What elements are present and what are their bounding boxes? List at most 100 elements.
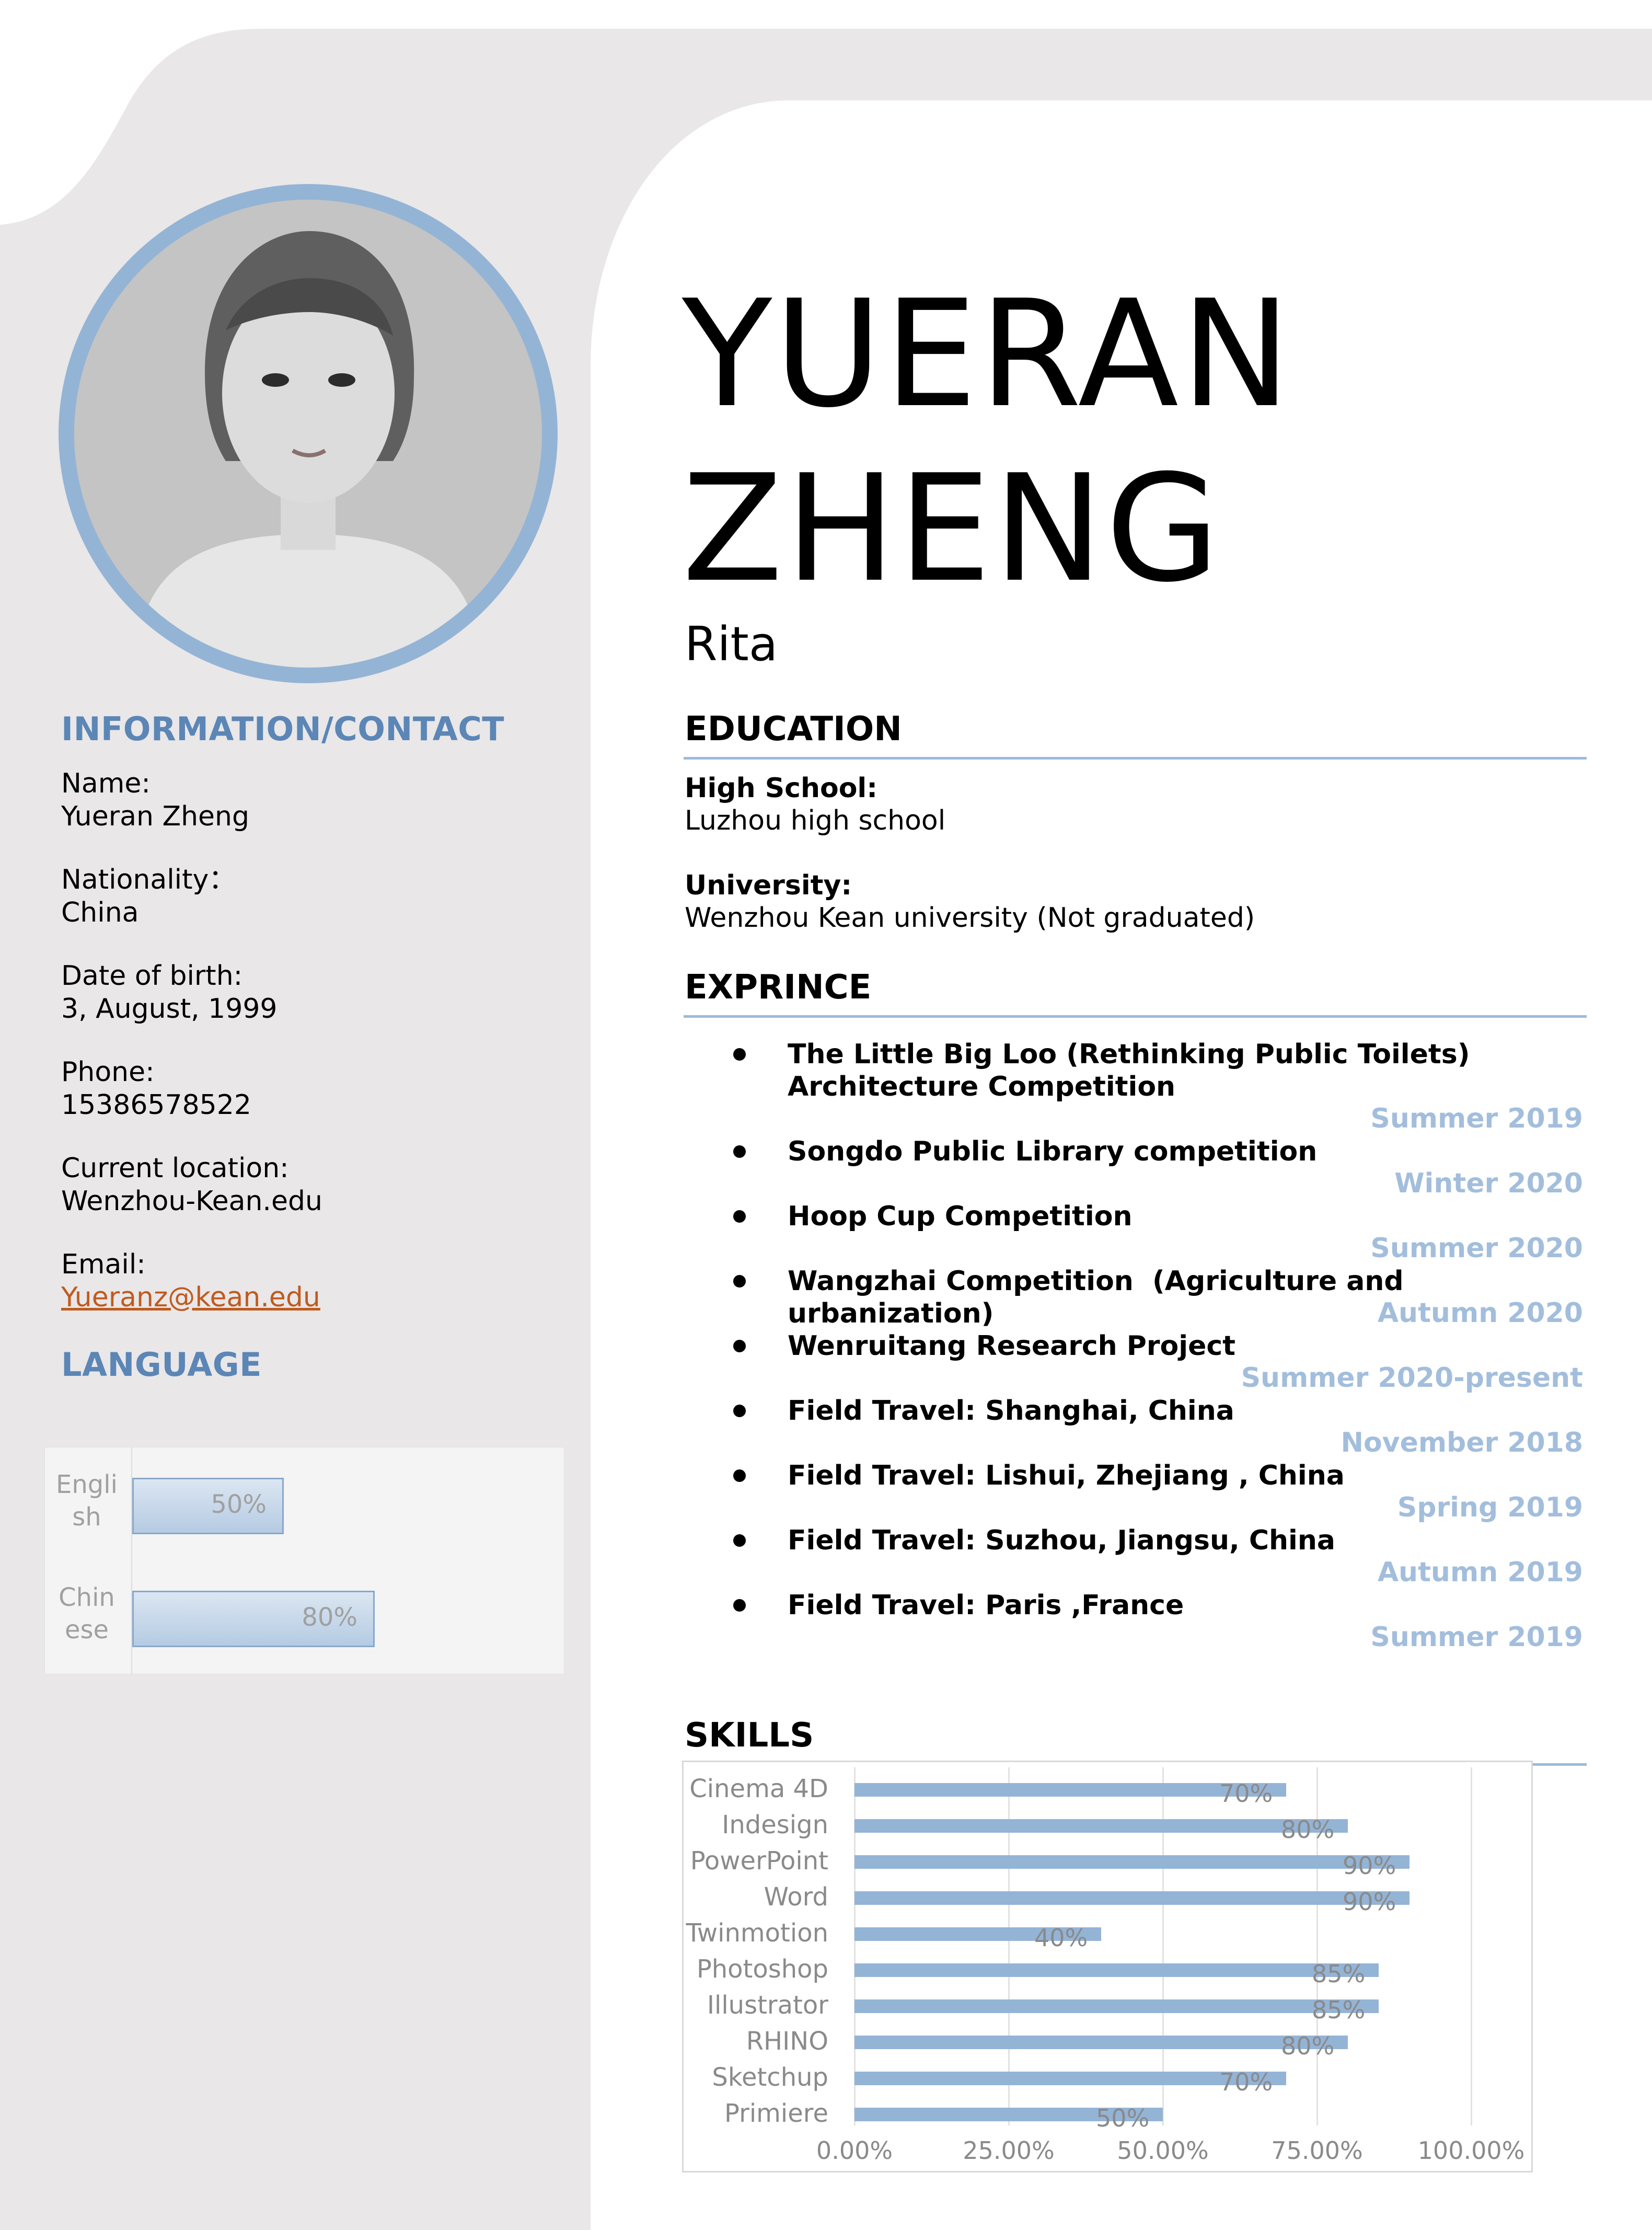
skills-bar (854, 1855, 1410, 1869)
language-label-chinese-line1: Chin (59, 1583, 115, 1612)
last-name: ZHENG (682, 443, 1222, 615)
skills-value-label: 90% (1343, 1887, 1396, 1916)
experience-date: November 2018 (1341, 1427, 1583, 1458)
bullet-icon (733, 1340, 746, 1352)
skills-value-label: 85% (1312, 1995, 1366, 2024)
contact-phone-value: 15386578522 (61, 1089, 251, 1121)
experience-date: Autumn 2019 (1377, 1557, 1583, 1588)
skills-chart: 0.00% 25.00% 50.00% 75.00% 100.00% Cinema 4D 7… (682, 1761, 1533, 2172)
contact-birthdate-value: 3, August, 1999 (61, 993, 278, 1025)
skills-category-label: Indesign (722, 1810, 828, 1840)
contact-nationality: Nationality： China (61, 864, 236, 929)
nickname: Rita (685, 617, 778, 672)
skills-value-label: 80% (1281, 2031, 1335, 2060)
bullet-icon (733, 1275, 746, 1288)
skills-category-label: Photoshop (696, 1954, 828, 1984)
skills-bar (854, 1999, 1379, 2013)
language-label-english: Engli sh (45, 1468, 129, 1533)
experience-title: Wenruitang Research Project (788, 1330, 1236, 1362)
first-name: YUERAN (682, 268, 1293, 440)
contact-heading: INFORMATION/CONTACT (61, 710, 505, 748)
contact-name: Name: Yueran Zheng (61, 767, 249, 833)
bullet-icon (733, 1469, 746, 1482)
contact-location-value: Wenzhou-Kean.edu (61, 1186, 322, 1217)
contact-email-label: Email: (61, 1249, 146, 1280)
skills-category-label: RHINO (746, 2026, 828, 2056)
skills-gridline (1471, 1767, 1472, 2125)
email-link[interactable]: Yueranz@kean.edu (61, 1281, 320, 1314)
contact-location: Current location: Wenzhou-Kean.edu (61, 1152, 322, 1218)
skills-value-label: 40% (1034, 1923, 1088, 1952)
bullet-icon (733, 1534, 746, 1547)
education-highschool-label: High School: (685, 773, 878, 804)
language-label-english-line1: Engli (56, 1470, 118, 1499)
skills-bar (854, 2035, 1348, 2049)
skills-bar (854, 1963, 1379, 1977)
skills-heading: SKILLS (685, 1716, 814, 1755)
education-heading: EDUCATION (685, 710, 902, 749)
language-bar-english: 50% (132, 1478, 284, 1534)
language-bar-chinese: 80% (132, 1591, 375, 1647)
experience-title: Field Travel: Lishui, Zhejiang , China (788, 1460, 1345, 1491)
bullet-icon (733, 1210, 746, 1223)
experience-date: Autumn 2020 (1377, 1297, 1583, 1329)
contact-phone: Phone: 15386578522 (61, 1056, 251, 1122)
contact-phone-label: Phone: (61, 1056, 155, 1088)
experience-date: Spring 2019 (1397, 1492, 1583, 1523)
experience-title: Field Travel: Paris ,France (788, 1590, 1184, 1621)
language-label-chinese: Chin ese (45, 1581, 129, 1646)
bullet-icon (733, 1048, 746, 1061)
education-highschool-value: Luzhou high school (685, 805, 946, 836)
language-value-chinese: 80% (302, 1603, 357, 1632)
contact-email: Email: Yueranz@kean.edu (61, 1248, 320, 1314)
experience-title: Songdo Public Library competition (788, 1136, 1318, 1167)
skills-bar (854, 1891, 1410, 1905)
profile-photo (74, 200, 542, 668)
skills-tick-label: 75.00% (1271, 2136, 1363, 2165)
language-heading: LANGUAGE (61, 1346, 262, 1384)
bullet-icon (733, 1405, 746, 1417)
contact-nationality-value: China (61, 897, 139, 928)
contact-name-value: Yueran Zheng (61, 801, 250, 832)
contact-location-label: Current location: (61, 1153, 289, 1184)
experience-date: Summer 2020-present (1241, 1362, 1583, 1394)
skills-tick-label: 25.00% (963, 2136, 1055, 2165)
skills-value-label: 70% (1219, 1779, 1273, 1808)
skills-bar (854, 1819, 1348, 1833)
skills-category-label: Cinema 4D (689, 1774, 828, 1803)
education-university-label: University: (685, 870, 852, 901)
skills-value-label: 80% (1281, 1815, 1335, 1844)
experience-title: The Little Big Loo (Rethinking Public To… (788, 1039, 1470, 1102)
contact-birthdate: Date of birth: 3, August, 1999 (61, 960, 278, 1026)
experience-title: Field Travel: Shanghai, China (788, 1395, 1234, 1427)
bullet-icon (733, 1599, 746, 1612)
skills-tick-label: 100.00% (1417, 2136, 1525, 2165)
skills-value-label: 70% (1219, 2067, 1273, 2096)
profile-photo-frame (59, 184, 558, 683)
language-label-chinese-line2: ese (64, 1615, 109, 1645)
skills-category-label: Primiere (724, 2098, 828, 2128)
language-chart: Engli sh Chin ese 50% 80% (44, 1447, 564, 1675)
skills-value-label: 50% (1096, 2103, 1150, 2132)
skills-tick-label: 0.00% (816, 2136, 893, 2165)
skills-category-label: Sketchup (712, 2062, 828, 2092)
education-divider (684, 757, 1587, 760)
education-university-value: Wenzhou Kean university (Not graduated) (685, 902, 1255, 934)
portrait-photo (74, 200, 542, 668)
experience-title: Hoop Cup Competition (788, 1201, 1133, 1232)
skills-category-label: Illustrator (707, 1990, 828, 2020)
skills-value-label: 85% (1312, 1959, 1366, 1988)
skills-value-label: 90% (1343, 1851, 1396, 1880)
experience-divider (684, 1015, 1587, 1018)
language-value-english: 50% (211, 1490, 267, 1519)
contact-birthdate-label: Date of birth: (61, 960, 243, 992)
experience-date: Summer 2019 (1370, 1622, 1583, 1653)
skills-category-label: Word (764, 1882, 828, 1912)
experience-heading: EXPRINCE (685, 968, 872, 1007)
experience-date: Summer 2019 (1370, 1103, 1583, 1134)
contact-name-label: Name: (61, 768, 151, 799)
bullet-icon (733, 1145, 746, 1158)
experience-title: Field Travel: Suzhou, Jiangsu, China (788, 1525, 1335, 1556)
skills-category-label: PowerPoint (690, 1846, 828, 1876)
experience-date: Winter 2020 (1394, 1168, 1583, 1199)
